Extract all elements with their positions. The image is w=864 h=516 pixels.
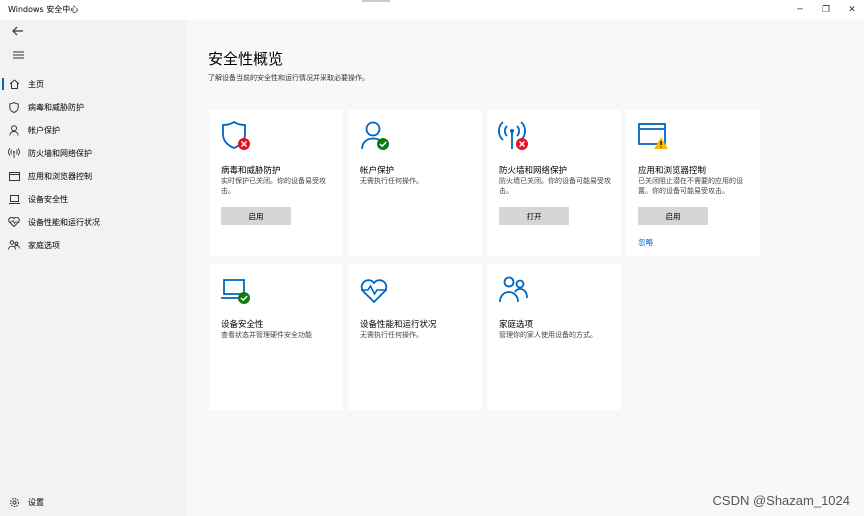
heart-icon [2, 211, 26, 233]
card-device-security[interactable]: 设备安全性 查看状态并管理硬件安全功能 [209, 264, 343, 410]
antenna-error-icon [498, 121, 528, 150]
dismiss-link[interactable]: 忽略 [638, 237, 653, 248]
card-description: 防火墙已关闭。你的设备可能易受攻击。 [499, 177, 611, 195]
sidebar-item-label: 应用和浏览器控制 [28, 171, 92, 181]
maximize-button[interactable]: ❐ [812, 2, 840, 18]
person-ok-icon [361, 121, 389, 150]
heart-pulse-icon [360, 279, 388, 304]
family-icon [499, 276, 528, 303]
main-content: 安全性概览 了解设备当前的安全性和运行情况并采取必要操作。 病毒和威胁防护 实时… [186, 20, 864, 516]
security-center-window: Windows 安全中心 ─ ❐ ✕ 主页 病毒和威胁防护 帐户保护 防火墙和网… [0, 0, 864, 516]
sidebar-item-account[interactable]: 帐户保护 [0, 119, 186, 141]
shield-icon [2, 96, 26, 118]
turn-on-firewall-button[interactable]: 打开 [499, 207, 569, 225]
hamburger-icon [12, 51, 24, 59]
laptop-icon [2, 188, 26, 210]
sidebar-item-label: 防火墙和网络保护 [28, 148, 92, 158]
back-button[interactable] [0, 21, 36, 41]
card-title: 防火墙和网络保护 [499, 166, 568, 176]
sidebar-item-device-security[interactable]: 设备安全性 [0, 188, 186, 210]
card-description: 查看状态并管理硬件安全功能 [221, 331, 312, 339]
card-title: 帐户保护 [360, 166, 395, 176]
sidebar-item-home[interactable]: 主页 [0, 73, 186, 95]
person-icon [2, 119, 26, 141]
sidebar-item-firewall[interactable]: 防火墙和网络保护 [0, 142, 186, 164]
card-description: 无需执行任何操作。 [360, 177, 423, 185]
laptop-ok-icon [221, 279, 250, 304]
sidebar-item-app-browser[interactable]: 应用和浏览器控制 [0, 165, 186, 187]
enable-app-control-button[interactable]: 启用 [638, 207, 708, 225]
shield-error-icon [222, 120, 250, 150]
sidebar-item-label: 家庭选项 [28, 240, 60, 250]
card-description: 无需执行任何操作。 [360, 331, 423, 339]
window-title: Windows 安全中心 [8, 5, 79, 14]
card-title: 设备性能和运行状况 [360, 320, 437, 330]
app-window-warning-icon [638, 123, 668, 149]
sidebar: 主页 病毒和威胁防护 帐户保护 防火墙和网络保护 应用和浏览器控制 设备安全性 … [0, 20, 186, 516]
card-device-performance[interactable]: 设备性能和运行状况 无需执行任何操作。 [348, 264, 482, 410]
sidebar-item-label: 设备性能和运行状况 [28, 217, 100, 227]
app-window-icon [2, 165, 26, 187]
settings-label: 设置 [28, 497, 44, 507]
page-subtitle: 了解设备当前的安全性和运行情况并采取必要操作。 [208, 74, 369, 82]
title-bar[interactable]: Windows 安全中心 ─ ❐ ✕ [0, 0, 864, 20]
close-button[interactable]: ✕ [838, 2, 864, 18]
card-description: 已关闭阻止潜在不需要的应用的设置。你的设备可能易受攻击。 [638, 177, 743, 195]
watermark: CSDN @Shazam_1024 [712, 493, 850, 508]
page-title: 安全性概览 [208, 50, 284, 68]
card-app-browser-control[interactable]: 应用和浏览器控制 已关闭阻止潜在不需要的应用的设置。你的设备可能易受攻击。 启用… [626, 110, 760, 256]
sidebar-item-label: 病毒和威胁防护 [28, 102, 84, 112]
drag-handle[interactable] [362, 0, 390, 2]
card-virus-protection[interactable]: 病毒和威胁防护 实时保护已关闭。你的设备易受攻击。 启用 [209, 110, 343, 256]
card-account-protection[interactable]: 帐户保护 无需执行任何操作。 [348, 110, 482, 256]
card-description: 实时保护已关闭。你的设备易受攻击。 [221, 177, 326, 195]
sidebar-item-label: 主页 [28, 79, 44, 89]
card-family-options[interactable]: 家庭选项 管理你的家人使用设备的方式。 [487, 264, 621, 410]
sidebar-item-family[interactable]: 家庭选项 [0, 234, 186, 256]
minimize-button[interactable]: ─ [786, 2, 814, 18]
card-description: 管理你的家人使用设备的方式。 [499, 331, 597, 339]
antenna-icon [2, 142, 26, 164]
back-arrow-icon [12, 26, 23, 36]
family-icon [2, 234, 26, 256]
sidebar-item-settings[interactable]: 设置 [0, 491, 186, 513]
enable-virus-protection-button[interactable]: 启用 [221, 207, 291, 225]
home-icon [2, 73, 26, 95]
sidebar-item-virus[interactable]: 病毒和威胁防护 [0, 96, 186, 118]
gear-icon [2, 491, 26, 513]
card-title: 设备安全性 [221, 320, 264, 330]
menu-button[interactable] [0, 45, 36, 65]
sidebar-item-performance[interactable]: 设备性能和运行状况 [0, 211, 186, 233]
card-title: 应用和浏览器控制 [638, 166, 707, 176]
card-firewall[interactable]: 防火墙和网络保护 防火墙已关闭。你的设备可能易受攻击。 打开 [487, 110, 621, 256]
sidebar-item-label: 帐户保护 [28, 125, 60, 135]
card-title: 病毒和威胁防护 [221, 166, 281, 176]
sidebar-item-label: 设备安全性 [28, 194, 68, 204]
card-title: 家庭选项 [499, 320, 534, 330]
